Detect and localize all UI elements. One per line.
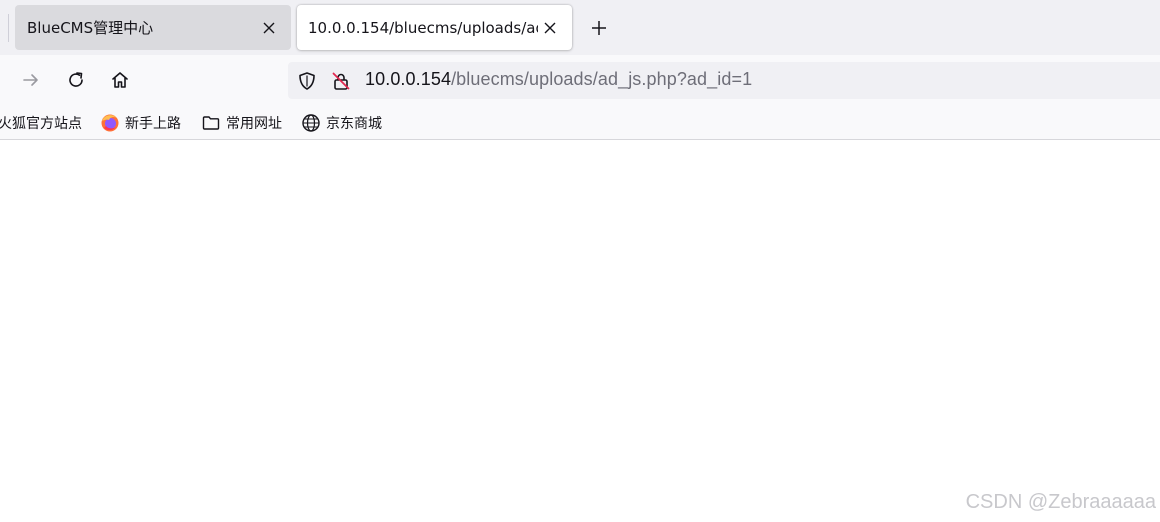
new-tab-button[interactable] — [586, 15, 612, 41]
watermark-text: CSDN @Zebraaaaaa — [965, 491, 1156, 513]
bookmark-getting-started[interactable]: 新手上路 — [100, 112, 181, 134]
page-content — [0, 141, 1160, 522]
bookmark-label: 火狐官方站点 — [0, 116, 82, 132]
url-bar[interactable]: 10.0.0.154/bluecms/uploads/ad_js.php?ad_… — [288, 62, 1160, 99]
plus-icon — [592, 21, 606, 35]
reload-button[interactable] — [63, 67, 89, 93]
bookmark-label: 新手上路 — [125, 116, 181, 132]
url-text[interactable]: 10.0.0.154/bluecms/uploads/ad_js.php?ad_… — [365, 69, 752, 90]
bookmark-folder-common-sites[interactable]: 常用网址 — [201, 112, 282, 134]
bookmark-label: 京东商城 — [326, 116, 382, 132]
globe-icon — [301, 113, 321, 133]
bookmark-jd-mall[interactable]: 京东商城 — [301, 112, 382, 134]
tab-ad-js[interactable]: 10.0.0.154/bluecms/uploads/ad_js.php?ad_… — [297, 5, 572, 50]
tracking-protection-shield-icon[interactable] — [296, 70, 318, 92]
tabstrip-edge-divider — [8, 14, 9, 42]
url-host: 10.0.0.154 — [365, 69, 452, 89]
bookmark-firefox-official[interactable]: 火狐官方站点 — [0, 112, 82, 134]
close-icon[interactable] — [258, 17, 280, 39]
tab-title: BlueCMS管理中心 — [27, 19, 154, 37]
home-icon — [112, 72, 128, 88]
arrow-right-icon — [23, 74, 38, 86]
forward-button[interactable] — [18, 67, 44, 93]
tab-bluecms-admin[interactable]: BlueCMS管理中心 — [15, 5, 291, 50]
insecure-lock-icon[interactable] — [330, 70, 352, 92]
tab-strip: BlueCMS管理中心 10.0.0.154/bluecms/uploads/a… — [0, 0, 1160, 55]
tab-title: 10.0.0.154/bluecms/uploads/ad_js.php?ad_… — [308, 18, 538, 37]
firefox-icon — [100, 113, 120, 133]
reload-icon — [69, 72, 83, 87]
bookmark-label: 常用网址 — [226, 116, 282, 132]
close-icon[interactable] — [539, 17, 561, 39]
bookmarks-toolbar: 火狐官方站点 新手上路 常用网址 京东商城 — [0, 105, 1160, 140]
url-path: /bluecms/uploads/ad_js.php?ad_id=1 — [451, 69, 753, 89]
home-button[interactable] — [107, 67, 133, 93]
folder-icon — [201, 113, 221, 133]
